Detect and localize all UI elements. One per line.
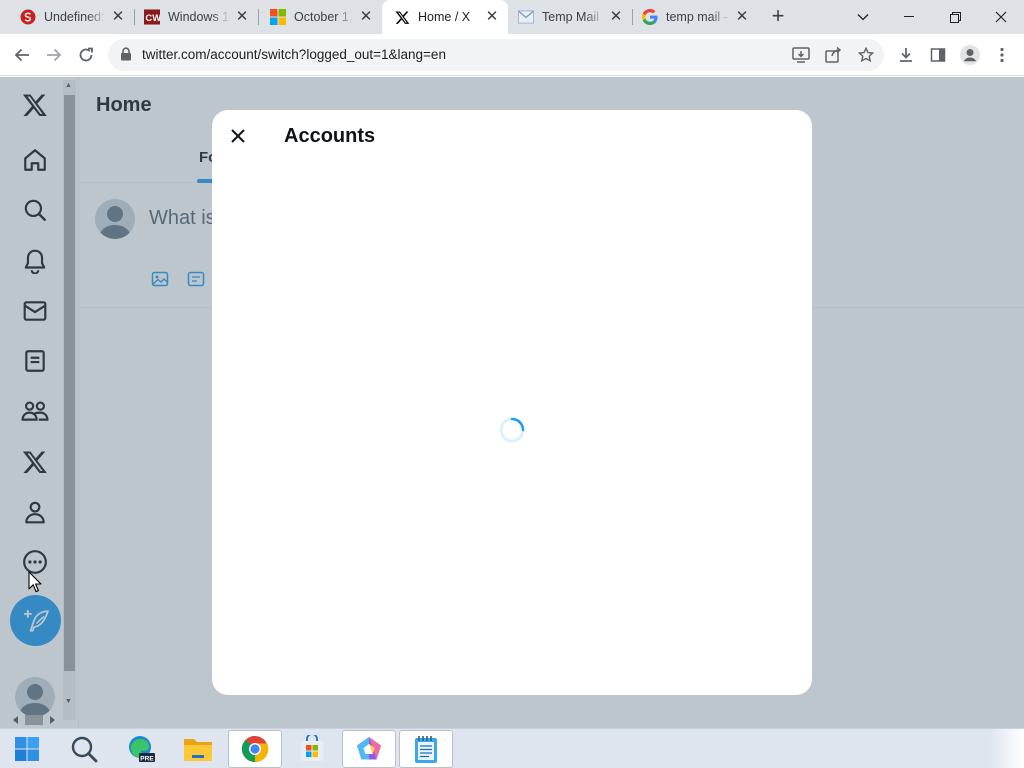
edge-badge: PRE (140, 756, 154, 763)
tab-title: Home / X (418, 10, 471, 24)
search-icon[interactable] (57, 730, 111, 768)
edge-preview-icon[interactable]: PRE (114, 730, 168, 768)
browser-tab-6[interactable]: temp mail - Google Search ✕ (632, 0, 758, 34)
forward-arrow-icon[interactable] (39, 40, 69, 70)
download-icon[interactable] (891, 40, 921, 70)
tab-search-chevron-down-icon[interactable] (840, 0, 886, 34)
tab-close-icon[interactable]: ✕ (608, 9, 624, 25)
lock-icon[interactable] (120, 47, 132, 66)
browser-tab-1[interactable]: Undefined: My Year With Windows ✕ (0, 0, 134, 34)
windows-start-icon[interactable] (0, 730, 54, 768)
accounts-dialog: Accounts (212, 110, 812, 695)
loading-spinner-icon (498, 416, 526, 444)
clipchamp-icon[interactable] (342, 730, 396, 768)
google-icon (642, 9, 658, 25)
address-bar[interactable]: twitter.com/account/switch?logged_out=1&… (108, 39, 884, 71)
share-icon[interactable] (823, 45, 843, 65)
browser-toolbar: twitter.com/account/switch?logged_out=1&… (0, 34, 1024, 76)
reload-icon[interactable] (71, 40, 101, 70)
mouse-cursor-icon (28, 571, 42, 598)
tab-title: Undefined: My Year With Windows (44, 10, 106, 24)
profile-icon[interactable] (955, 40, 985, 70)
s-icon (20, 9, 36, 25)
tab-close-icon[interactable]: ✕ (358, 9, 374, 25)
tab-close-icon[interactable]: ✕ (734, 9, 750, 25)
cw-icon: CW (144, 9, 160, 25)
browser-tab-4[interactable]: Home / X ✕ (382, 0, 508, 34)
svg-text:CW: CW (145, 12, 160, 23)
dialog-title: Accounts (284, 125, 376, 147)
browser-tab-3[interactable]: October 1, 2024 ✕ (258, 0, 382, 34)
microsoft-store-icon[interactable] (285, 730, 339, 768)
microsoft-icon (270, 9, 286, 25)
tab-title: temp mail - Google Search (666, 10, 730, 24)
show-desktop-corner[interactable] (990, 729, 1024, 768)
notepad-icon[interactable] (399, 730, 453, 768)
minimize-button[interactable] (886, 0, 932, 34)
x-icon (394, 9, 410, 25)
back-arrow-icon[interactable] (7, 40, 37, 70)
browser-tab-2[interactable]: CW Windows 11 Has Arrived ✕ (134, 0, 258, 34)
restore-button[interactable] (932, 0, 978, 34)
close-window-button[interactable] (978, 0, 1024, 34)
file-explorer-icon[interactable] (171, 730, 225, 768)
windows-taskbar: PRE (0, 728, 1024, 768)
bookmark-star-icon[interactable] (856, 45, 876, 65)
browser-tab-5[interactable]: Temp Mail - Disposable ✕ (508, 0, 632, 34)
url-text[interactable]: twitter.com/account/switch?logged_out=1&… (142, 47, 446, 62)
side-panel-icon[interactable] (923, 40, 953, 70)
new-tab-button[interactable]: + (766, 5, 790, 29)
tab-close-icon[interactable]: ✕ (110, 9, 126, 25)
tab-close-icon[interactable]: ✕ (484, 9, 500, 25)
tab-close-icon[interactable]: ✕ (234, 9, 250, 25)
install-app-icon[interactable] (791, 45, 811, 65)
tab-title: October 1, 2024 (294, 10, 354, 24)
close-icon[interactable] (228, 126, 248, 146)
gmail-icon (518, 9, 534, 25)
browser-tab-strip: Undefined: My Year With Windows ✕ CW Win… (0, 0, 1024, 34)
chrome-icon[interactable] (228, 730, 282, 768)
kebab-menu-icon[interactable] (987, 40, 1017, 70)
tab-title: Windows 11 Has Arrived (168, 10, 230, 24)
tab-title: Temp Mail - Disposable (542, 10, 604, 24)
